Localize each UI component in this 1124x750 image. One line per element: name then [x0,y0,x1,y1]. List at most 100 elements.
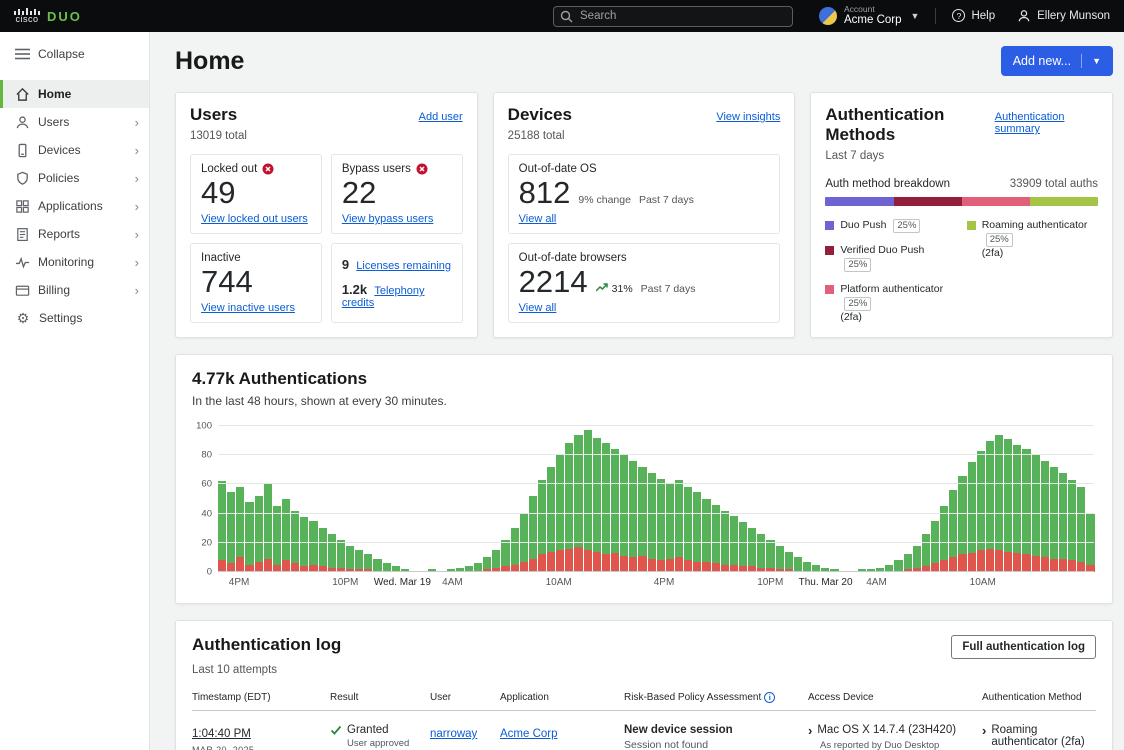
chart-bar [218,426,227,572]
inactive-value: 744 [201,264,253,299]
view-insights-link[interactable]: View insights [716,111,780,123]
col-risk: Risk-Based Policy Assessment [624,691,762,703]
add-new-button[interactable]: Add new... ▼ [1000,46,1113,76]
auth-summary-link[interactable]: Authentication summary [995,111,1098,135]
sidebar-item-devices[interactable]: Devices › [0,136,149,164]
account-menu[interactable]: Account Acme Corp ▼ [819,4,919,27]
duo-logo: DUO [47,8,82,24]
chart-bar [483,426,492,572]
chart-bar [1058,426,1068,572]
sidebar-item-billing[interactable]: Billing › [0,276,149,304]
sidebar-item-users[interactable]: Users › [0,108,149,136]
cisco-wordmark: cisco [15,14,39,24]
top-bar: cisco DUO Account Acme Corp ▼ ? Help Ell… [0,0,1124,32]
legend-item-roaming-authenticator: Roaming authenticator 25% (2fa) [966,219,1098,261]
devices-card-title: Devices [507,105,572,124]
chart-bar [638,426,647,572]
user-link[interactable]: narroway [430,728,477,740]
chart-bar [473,426,483,572]
sidebar-item-applications[interactable]: Applications › [0,192,149,220]
expand-toggle-icon[interactable]: › [982,724,986,737]
chart-ytick-label: 60 [201,478,212,490]
users-icon [16,115,29,128]
check-icon [330,725,342,735]
user-menu[interactable]: Ellery Munson [1017,9,1110,23]
chart-bar [839,426,848,572]
timestamp-link[interactable]: 1:04:40 PM [192,728,251,740]
chart-bar [803,426,812,572]
info-icon[interactable]: i [764,691,776,703]
legend-swatch [825,246,835,256]
application-link[interactable]: Acme Corp [500,728,558,740]
chart-bar [574,426,583,572]
sidebar-item-policies[interactable]: Policies › [0,164,149,192]
global-search[interactable] [553,5,794,27]
browsers-period: Past 7 days [640,283,696,295]
chart-xtick-label: 10AM [969,576,996,588]
chart-bar [821,426,830,572]
chart-bar [345,426,355,572]
chart-bar [857,426,866,572]
sidebar-item-label: Reports [38,227,81,241]
breakdown-segment [893,197,962,206]
sidebar-item-settings[interactable]: ⚙ Settings [0,304,149,332]
chart-gridline [218,454,1094,456]
expand-toggle-icon[interactable]: › [808,724,812,737]
sidebar-item-reports[interactable]: Reports › [0,220,149,248]
sidebar-item-home[interactable]: Home [0,80,149,108]
chart-gridline [218,512,1094,514]
view-all-os-link[interactable]: View all [519,213,770,225]
legend-swatch [966,221,976,230]
chart-bar [757,426,766,572]
chevron-right-icon: › [134,282,139,298]
hamburger-icon [15,48,30,60]
out-of-date-os-stat: Out-of-date OS 812 9% change Past 7 days… [507,154,781,234]
total-auths: 33909 total auths [1009,178,1099,190]
chart-bar [702,426,711,572]
help-label: Help [971,9,996,22]
chart-bar [1040,426,1049,572]
auth-method-breakdown-bar [825,197,1098,206]
auth-log-title: Authentication log [192,634,342,654]
search-input[interactable] [553,5,794,27]
auth-methods-legend: Duo Push 25% Verified Duo Push 25% Platf… [825,219,1098,325]
chart-bar [976,426,985,572]
auth-methods-card: Authentication Methods Authentication su… [810,92,1114,338]
view-locked-out-link[interactable]: View locked out users [201,213,311,225]
view-all-browsers-link[interactable]: View all [519,302,770,314]
locked-out-stat: Locked out 49 View locked out users [190,154,322,234]
licenses-value: 9 [341,257,350,272]
chart-bar [775,426,784,572]
licenses-link[interactable]: Licenses remaining [356,260,451,272]
chart-ytick-label: 0 [206,566,212,578]
sidebar-item-monitoring[interactable]: Monitoring › [0,248,149,276]
chevron-right-icon: › [134,254,139,270]
chart-bar [309,426,318,572]
full-auth-log-button[interactable]: Full authentication log [951,634,1096,659]
sidebar-item-label: Devices [38,143,81,157]
auth-methods-period: Last 7 days [825,150,885,162]
view-bypass-link[interactable]: View bypass users [342,213,452,225]
chart-xtick-label: 10PM [757,576,784,588]
authentication-log-card: Authentication log Full authentication l… [175,619,1113,750]
chart-bar [675,426,684,572]
chart-bar [1086,426,1095,572]
add-user-link[interactable]: Add user [419,111,463,123]
auth-log-subtitle: Last 10 attempts [192,663,278,676]
chart-bar [565,426,574,572]
chart-bar [263,426,272,572]
sidebar-collapse[interactable]: Collapse [0,40,149,68]
chart-bar [1049,426,1058,572]
auth-method-label: Roaming authenticator (2fa) [991,723,1085,748]
legend-pct-badge: 25% [985,232,1013,247]
help-button[interactable]: ? Help [952,9,996,23]
view-inactive-link[interactable]: View inactive users [201,302,311,314]
risk-title: New device session [624,723,733,736]
sidebar-item-label: Policies [38,171,80,185]
sidebar-item-label: Settings [39,311,83,325]
chart-bar [611,426,620,572]
result-label: Granted [347,723,389,736]
trend-up-icon [595,283,608,292]
application-cell: Acme Corp [500,724,616,750]
chart-bar [336,426,345,572]
